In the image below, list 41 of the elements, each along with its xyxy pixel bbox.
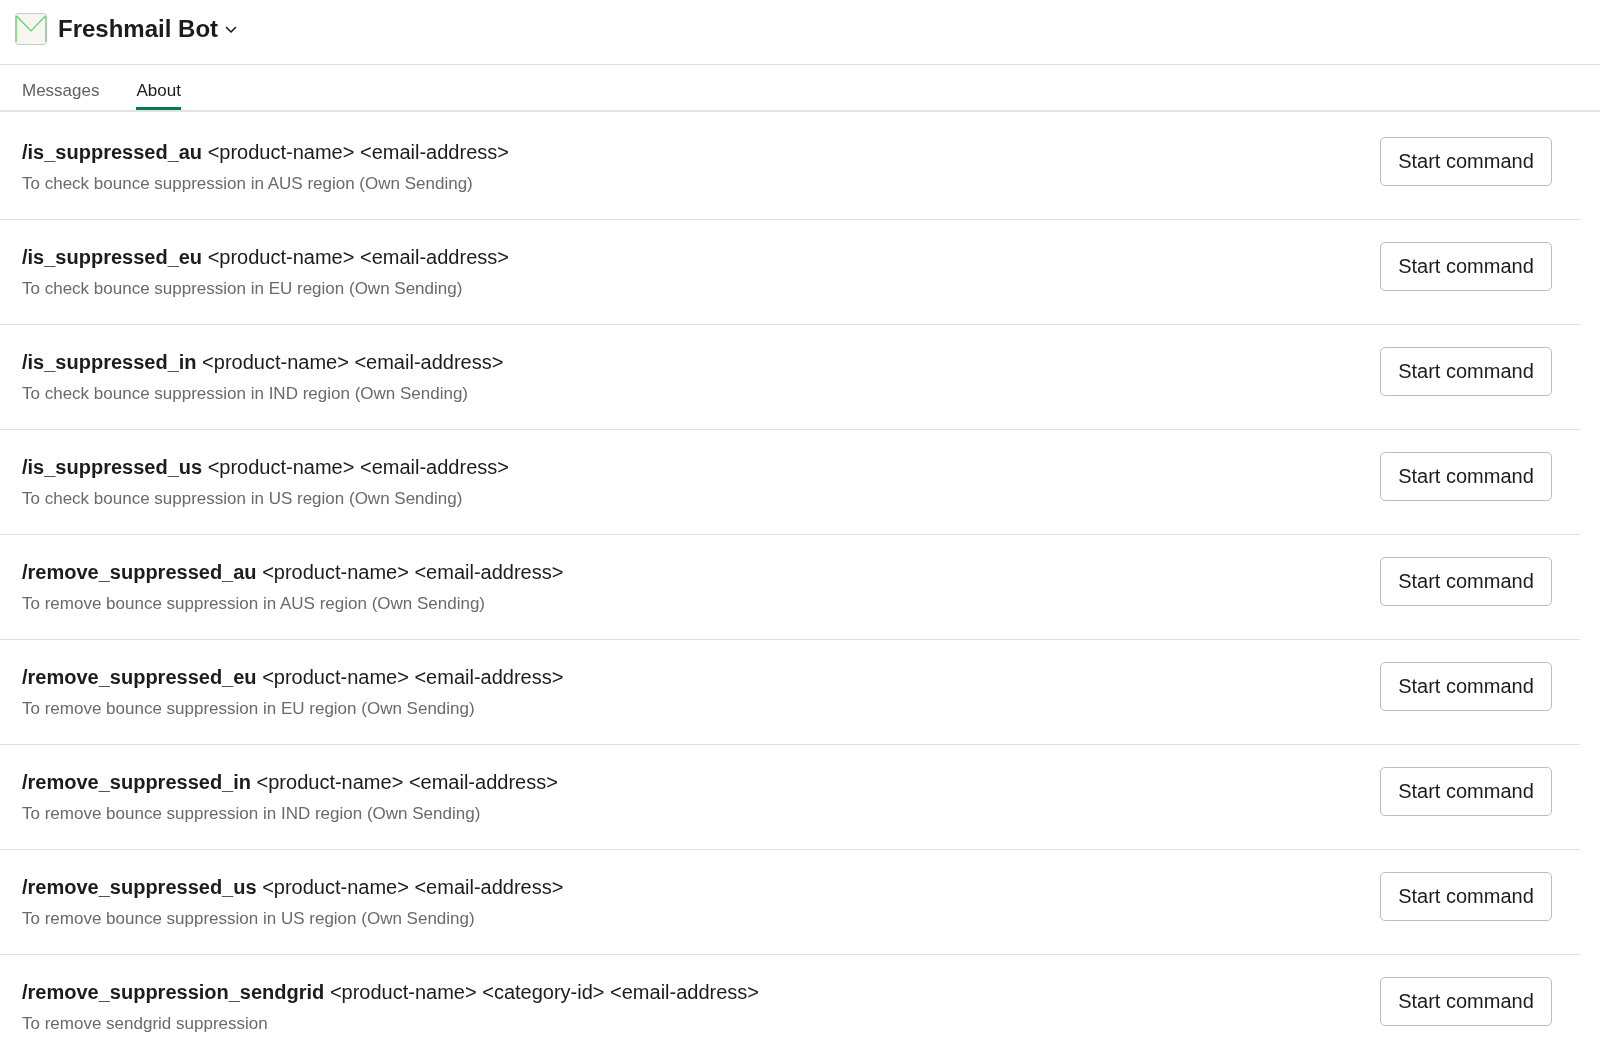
- command-arguments: <product-name> <email-address>: [207, 456, 509, 478]
- command-arguments: <product-name> <category-id> <email-address>: [329, 981, 760, 1003]
- command-description: To check bounce suppression in EU region (Own Sending): [22, 278, 464, 300]
- tab[interactable]: About: [136, 65, 181, 110]
- command-arguments: <product-name> <email-address>: [202, 351, 504, 373]
- command-name: /is_suppressed_eu: [22, 246, 203, 268]
- command-description: To check bounce suppression in AUS region (Own Sending): [22, 173, 474, 195]
- command-description: To remove sendgrid suppression: [22, 1013, 269, 1035]
- envelope-icon: [15, 13, 47, 45]
- tab[interactable]: Messages: [22, 65, 100, 110]
- command-name: /remove_suppressed_in: [22, 771, 251, 793]
- command-arguments: <product-name> <email-address>: [262, 561, 564, 583]
- start-command-button[interactable]: Start command: [1380, 347, 1552, 396]
- command-description: To check bounce suppression in IND region (Own Sending): [22, 383, 470, 405]
- command-arguments: <product-name> <email-address>: [256, 771, 558, 793]
- bot-name-button[interactable]: Freshmail Bot: [58, 15, 238, 43]
- command-name: /is_suppressed_in: [22, 351, 197, 373]
- command-name: /is_suppressed_au: [22, 141, 203, 163]
- chevron-down-icon: [225, 26, 238, 34]
- command-name: /remove_suppressed_us: [22, 876, 257, 898]
- command-description: To remove bounce suppression in AUS region (Own Sending): [22, 593, 487, 615]
- start-command-button[interactable]: Start command: [1380, 662, 1552, 711]
- command-arguments: <product-name> <email-address>: [207, 246, 509, 268]
- command-description: To remove bounce suppression in IND region (Own Sending): [22, 803, 482, 825]
- command-name: /remove_suppressed_au: [22, 561, 257, 583]
- start-command-button[interactable]: Start command: [1380, 767, 1552, 816]
- start-command-button[interactable]: Start command: [1380, 137, 1552, 186]
- command-arguments: <product-name> <email-address>: [262, 666, 564, 688]
- command-description: To remove bounce suppression in EU region (Own Sending): [22, 698, 476, 720]
- command-name: /remove_suppressed_eu: [22, 666, 257, 688]
- start-command-button[interactable]: Start command: [1380, 872, 1552, 921]
- start-command-button[interactable]: Start command: [1380, 977, 1552, 1026]
- command-description: To check bounce suppression in US region (Own Sending): [22, 488, 464, 510]
- start-command-button[interactable]: Start command: [1380, 242, 1552, 291]
- command-description: To remove bounce suppression in US region (Own Sending): [22, 908, 476, 930]
- start-command-button[interactable]: Start command: [1380, 557, 1552, 606]
- command-name: /is_suppressed_us: [22, 456, 203, 478]
- command-name: /remove_suppression_sendgrid: [22, 981, 325, 1003]
- command-arguments: <product-name> <email-address>: [207, 141, 509, 163]
- start-command-button[interactable]: Start command: [1380, 452, 1552, 501]
- command-arguments: <product-name> <email-address>: [262, 876, 564, 898]
